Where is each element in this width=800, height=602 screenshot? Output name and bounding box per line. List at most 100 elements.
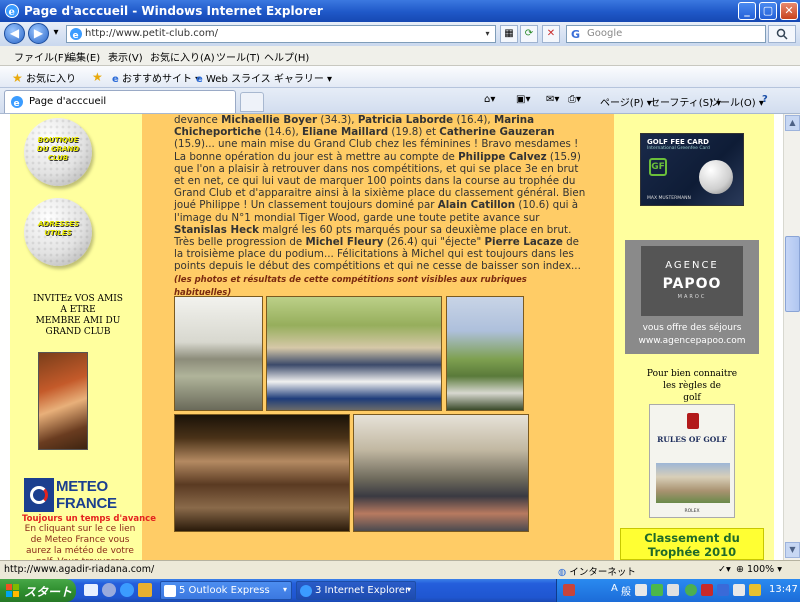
feeds-icon[interactable]: ▣▾ — [516, 94, 530, 105]
close-button[interactable]: ✕ — [780, 2, 798, 20]
golf-fee-card-ad[interactable]: GOLF FEE CARD International Greenfee Car… — [640, 133, 744, 206]
maximize-button[interactable]: ▢ — [759, 2, 777, 20]
tab-label: Page d'acccueil — [29, 96, 107, 107]
page-menu[interactable]: ページ(P) ▾ — [600, 94, 652, 109]
web-slice-gallery-link[interactable]: e Web スライス ギャラリー ▾ — [196, 70, 332, 85]
tray-app-icon[interactable] — [667, 584, 679, 596]
system-tray: A 般 13:47 — [556, 579, 800, 602]
status-zone: ◍ インターネット — [558, 567, 636, 578]
rules-brand: ROLEX — [684, 509, 700, 514]
meteo-france-logo[interactable]: METEO FRANCE — [24, 478, 132, 514]
event-photo[interactable] — [174, 414, 350, 532]
clock: 13:47 — [769, 584, 798, 595]
svg-text:e: e — [9, 7, 15, 18]
tab-home[interactable]: e Page d'acccueil — [4, 90, 236, 113]
menu-help[interactable]: ヘルプ(H) — [264, 49, 309, 64]
tray-app-icon[interactable] — [717, 584, 729, 596]
svg-text:e: e — [73, 31, 79, 41]
zoom-level[interactable]: ⊕ 100% ▾ — [736, 564, 782, 575]
ime-conversion[interactable]: 般 — [621, 583, 631, 598]
event-photo[interactable] — [446, 296, 524, 411]
adresses-ball-link[interactable]: ADRESSES UTILES — [24, 198, 92, 266]
player-name: Eliane Maillard — [302, 126, 389, 139]
player-name: Pierre Lacaze — [484, 236, 563, 249]
boutique-ball-link[interactable]: BOUTIQUE DU GRAND CLUB — [24, 118, 92, 186]
classement-trophee-link[interactable]: Classement du Trophée 2010 — [620, 528, 764, 560]
taskbar-internet-explorer[interactable]: 3 Internet Explorer ▾ — [296, 581, 416, 600]
favorites-button[interactable]: ★ お気に入り — [12, 70, 76, 85]
ime-mode[interactable]: A — [611, 583, 618, 594]
rules-of-golf-book[interactable]: RULES OF GOLF ROLEX — [649, 404, 735, 518]
rules-title: RULES OF GOLF — [657, 435, 727, 444]
menu-file[interactable]: ファイル(F) — [14, 49, 68, 64]
quicklaunch-ie-icon[interactable] — [120, 583, 134, 597]
agence-papoo-ad[interactable]: AGENCE PAPOO MAROC vous offre des séjour… — [625, 240, 759, 354]
history-dropdown[interactable]: ▾ — [50, 25, 62, 43]
protected-mode-icon[interactable]: ✓▾ — [718, 564, 731, 575]
stop-button[interactable]: ✕ — [542, 25, 560, 43]
search-button[interactable] — [768, 25, 796, 43]
quicklaunch-media-icon[interactable] — [102, 583, 116, 597]
agence-line2: PAPOO — [662, 276, 722, 292]
svg-text:e: e — [14, 99, 20, 109]
add-favorites-icon[interactable]: ★ — [92, 70, 103, 84]
scroll-thumb[interactable] — [785, 236, 800, 312]
event-photo[interactable] — [266, 296, 442, 411]
page-icon: e — [11, 96, 23, 109]
search-input[interactable]: G Google — [566, 25, 766, 43]
print-icon[interactable]: ⎙▾ — [568, 94, 581, 105]
golfcard-subtitle: International Greenfee Card — [647, 146, 710, 151]
menu-tools[interactable]: ツール(T) — [216, 49, 260, 64]
refresh-button[interactable]: ⟳ — [520, 25, 538, 43]
new-tab-button[interactable] — [240, 92, 264, 112]
invite-line: GRAND CLUB — [45, 327, 111, 337]
quicklaunch-desktop-icon[interactable] — [84, 584, 98, 596]
address-url: http://www.petit-club.com/ — [85, 28, 219, 39]
article-text: devance Michaellie Boyer (34.3), Patrici… — [174, 114, 586, 298]
volume-icon[interactable] — [733, 584, 745, 596]
rules-intro-line: golf — [683, 393, 701, 403]
minimize-button[interactable]: _ — [738, 2, 756, 20]
compat-view-button[interactable]: ▦ — [500, 25, 518, 43]
home-icon[interactable]: ⌂▾ — [484, 94, 495, 105]
invite-poster-image[interactable] — [38, 352, 88, 450]
invite-friends-text[interactable]: INVITEz VOS AMIS A ETRE MEMBRE AMI DU GR… — [20, 294, 136, 338]
event-photo[interactable] — [174, 296, 263, 411]
security-icon[interactable] — [701, 584, 713, 596]
player-name: Patricia Laborde — [357, 114, 454, 126]
start-button[interactable]: スタート — [0, 579, 76, 602]
scroll-down-icon[interactable]: ▼ — [785, 542, 800, 558]
meteo-line1: METEO — [56, 478, 108, 495]
menu-bar: ファイル(F) 編集(E) 表示(V) お気に入り(A) ツール(T) ヘルプ(… — [0, 46, 800, 66]
taskbar: スタート 5 Outlook Express ▾ 3 Internet Expl… — [0, 579, 800, 602]
tray-app-icon[interactable] — [651, 584, 663, 596]
player-name: Stanislas Heck — [174, 223, 260, 236]
star-icon: ★ — [12, 71, 23, 85]
help-icon[interactable]: ? — [762, 94, 768, 105]
forward-button[interactable]: ▶ — [28, 23, 49, 44]
agence-offer: vous offre des séjours — [642, 323, 742, 333]
taskbar-outlook-express[interactable]: 5 Outlook Express ▾ — [160, 581, 292, 600]
golfcard-title: GOLF FEE CARD — [647, 138, 709, 146]
menu-edit[interactable]: 編集(E) — [66, 49, 100, 64]
event-photo[interactable] — [353, 414, 529, 532]
ime-settings-icon[interactable] — [635, 584, 647, 596]
quicklaunch-mail-icon[interactable] — [138, 583, 152, 597]
back-button[interactable]: ◀ — [4, 23, 25, 44]
menu-favorites[interactable]: お気に入り(A) — [150, 49, 215, 64]
ie-icon: e — [112, 74, 119, 85]
ime-toolbar-icon[interactable] — [563, 584, 575, 596]
mail-icon[interactable]: ✉▾ — [546, 94, 559, 105]
address-input[interactable]: e http://www.petit-club.com/ ▾ — [66, 25, 496, 43]
network-icon[interactable] — [685, 584, 697, 596]
tray-app-icon[interactable] — [749, 584, 761, 596]
suggested-sites-link[interactable]: e おすすめサイト ▾ — [112, 70, 200, 85]
address-dropdown-icon[interactable]: ▾ — [481, 27, 494, 41]
scroll-up-icon[interactable]: ▲ — [785, 115, 800, 131]
chevron-down-icon: ▾ — [282, 585, 287, 594]
window-titlebar: e Page d'acccueil - Windows Internet Exp… — [0, 0, 800, 22]
menu-view[interactable]: 表示(V) — [108, 49, 143, 64]
vertical-scrollbar[interactable]: ▲ ▼ — [783, 114, 800, 560]
windows-flag-icon — [6, 584, 19, 597]
tools-menu[interactable]: ツール(O) ▾ — [710, 94, 764, 109]
